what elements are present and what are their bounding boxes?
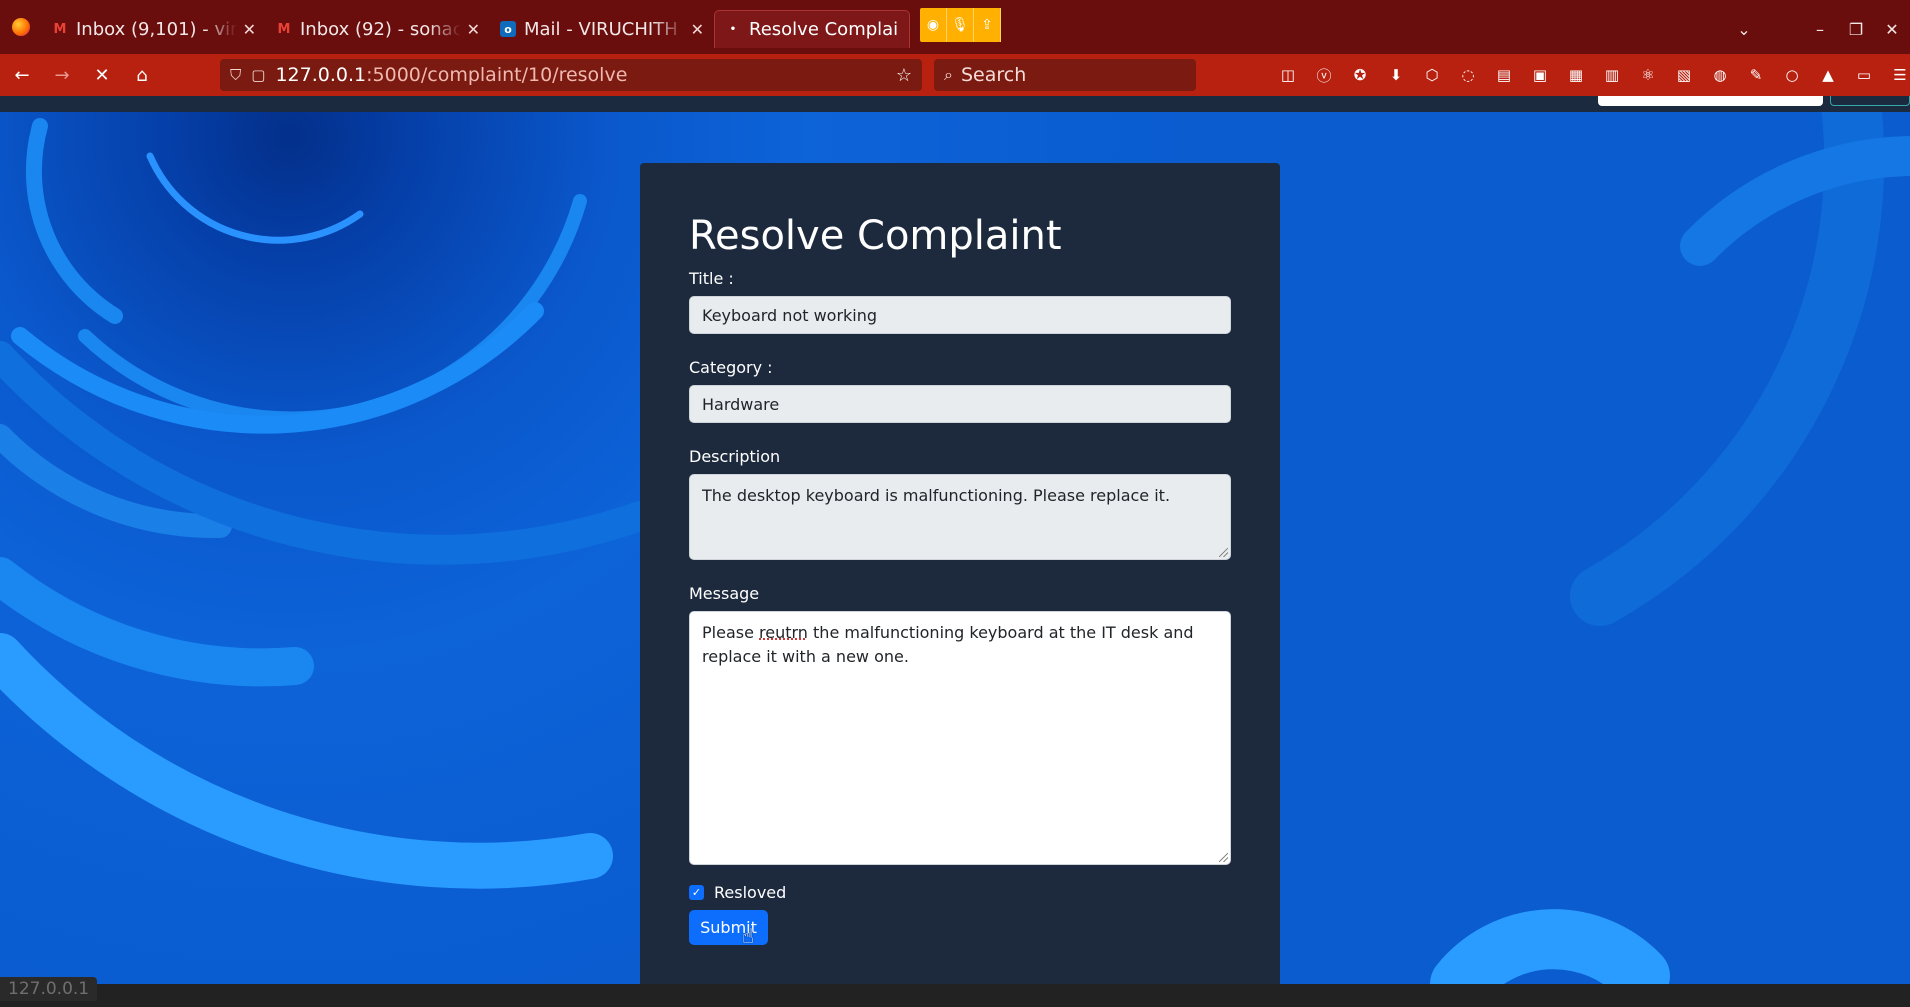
url-bar[interactable]: ⛉ ▢ 127.0.0.1:5000/complaint/10/resolve …	[220, 59, 922, 91]
page-viewport: Resolve Complaint Title : Keyboard not w…	[0, 96, 1910, 984]
category-label: Category :	[689, 358, 1231, 377]
arrow-right-icon: →	[54, 65, 69, 86]
tab-label: Mail - VIRUCHITH G	[524, 19, 685, 40]
search-input[interactable]: ⌕ Search	[934, 59, 1196, 91]
firefox-menu[interactable]	[0, 0, 42, 54]
extension-window-icon[interactable]: ▧	[1666, 66, 1702, 84]
extension-ol-icon[interactable]: ◌	[1450, 66, 1486, 84]
title-value: Keyboard not working	[702, 306, 877, 325]
extension-cookie-icon[interactable]: ✪	[1342, 66, 1378, 84]
submit-button[interactable]: Submit ☝	[689, 910, 768, 945]
resolve-complaint-card: Resolve Complaint Title : Keyboard not w…	[640, 163, 1280, 984]
extension-card-icon[interactable]: ▭	[1846, 66, 1882, 84]
message-text: Please reutrn the malfunctioning keyboar…	[702, 623, 1194, 666]
shield-icon[interactable]: ⛉	[230, 66, 241, 84]
extension-popup: ◉ 🎙 ⇪	[920, 8, 1001, 42]
title-field[interactable]: Keyboard not working	[689, 296, 1231, 334]
home-icon: ⌂	[136, 65, 147, 86]
gmail-icon: M	[52, 21, 68, 37]
close-tab-icon[interactable]: ✕	[691, 20, 704, 39]
page-info-icon[interactable]: ▢	[251, 66, 265, 84]
resolved-checkbox[interactable]: ✓	[689, 885, 704, 900]
search-placeholder: Search	[961, 64, 1026, 86]
tab-resolve-complaint[interactable]: • Resolve Complaint	[714, 10, 910, 48]
description-label: Description	[689, 447, 1231, 466]
checkmark-icon: ✓	[692, 886, 701, 899]
window-controls: ⌄ – ❐ ✕	[1726, 10, 1910, 48]
extension-flame-icon[interactable]: ▲	[1810, 66, 1846, 84]
status-url: 127.0.0.1	[0, 977, 97, 1001]
extension-react-icon[interactable]: ⚛	[1630, 66, 1666, 84]
tab-label: Resolve Complaint	[749, 19, 899, 40]
close-tab-icon[interactable]: ✕	[243, 20, 256, 39]
stop-button[interactable]: ✕	[84, 57, 120, 93]
tab-label: Inbox (92) - sonacse	[300, 19, 461, 40]
search-icon: ⌕	[944, 65, 953, 85]
resolved-label[interactable]: Resloved	[714, 883, 786, 902]
title-label: Title :	[689, 269, 1231, 288]
extension-circle-icon[interactable]: ○	[1774, 66, 1810, 84]
tab-gmail-1[interactable]: M Inbox (9,101) - viruc ✕	[42, 10, 266, 48]
loading-icon: •	[725, 22, 741, 38]
extension-counter-icon[interactable]: ▣	[1522, 66, 1558, 84]
extension-cube-icon[interactable]: ⬡	[1414, 66, 1450, 84]
tab-outlook-mail[interactable]: o Mail - VIRUCHITH G ✕	[490, 10, 714, 48]
resize-handle[interactable]	[1219, 548, 1228, 557]
close-tab-icon[interactable]: ✕	[467, 20, 480, 39]
minimize-icon[interactable]: –	[1802, 20, 1838, 39]
description-value: The desktop keyboard is malfunctioning. …	[702, 486, 1170, 505]
list-all-tabs-icon[interactable]: ⌄	[1726, 20, 1762, 39]
extension-toolbar: ◫ ⓥ ✪ ⬇ ⬡ ◌ ▤ ▣ ▦ ▥ ⚛ ▧ ◍ ✎ ○ ▲ ▭ ☰	[1270, 54, 1910, 96]
extension-grid-icon[interactable]: ▦	[1558, 66, 1594, 84]
pocket-icon[interactable]: ◫	[1270, 66, 1306, 84]
outlook-icon: o	[500, 21, 516, 37]
restore-icon[interactable]: ❐	[1838, 20, 1874, 39]
tab-gmail-2[interactable]: M Inbox (92) - sonacse ✕	[266, 10, 490, 48]
firefox-icon[interactable]: ◉	[920, 8, 947, 42]
message-label: Message	[689, 584, 1231, 603]
microphone-icon[interactable]: 🎙	[947, 8, 974, 42]
status-bar	[0, 984, 1910, 1007]
hand-pointer-icon: ☝	[739, 924, 757, 946]
close-window-icon[interactable]: ✕	[1874, 20, 1910, 39]
gmail-icon: M	[276, 21, 292, 37]
message-text-start: Please	[702, 623, 759, 642]
url-path: :5000/complaint/10/resolve	[366, 64, 627, 86]
bookmark-star-icon[interactable]: ☆	[896, 65, 912, 86]
extension-save-icon[interactable]: ▤	[1486, 66, 1522, 84]
firefox-icon	[12, 18, 30, 36]
extension-v-icon[interactable]: ⓥ	[1306, 65, 1342, 86]
extension-arrow-icon[interactable]: ⬇	[1378, 66, 1414, 84]
resize-handle[interactable]	[1219, 853, 1228, 862]
message-textarea[interactable]: Please reutrn the malfunctioning keyboar…	[689, 611, 1231, 865]
resolved-checkbox-row: ✓ Resloved	[689, 883, 1231, 902]
arrow-left-icon: ←	[14, 65, 29, 86]
nav-bar: ← → ✕ ⌂ ⛉ ▢ 127.0.0.1:5000/complaint/10/…	[0, 54, 1910, 96]
tab-label: Inbox (9,101) - viruc	[76, 19, 237, 40]
url-host: 127.0.0.1	[275, 64, 366, 86]
navbar-search-button[interactable]	[1830, 96, 1910, 106]
share-icon[interactable]: ⇪	[974, 8, 1001, 42]
extension-pdf-icon[interactable]: ▥	[1594, 66, 1630, 84]
extension-pen-icon[interactable]: ✎	[1738, 66, 1774, 84]
tab-strip: M Inbox (9,101) - viruc ✕ M Inbox (92) -…	[0, 0, 1910, 54]
home-button[interactable]: ⌂	[124, 57, 160, 93]
navbar-search-input[interactable]	[1598, 96, 1823, 106]
stop-icon: ✕	[94, 65, 109, 86]
category-field[interactable]: Hardware	[689, 385, 1231, 423]
back-button[interactable]: ←	[4, 57, 40, 93]
description-textarea[interactable]: The desktop keyboard is malfunctioning. …	[689, 474, 1231, 560]
misspelled-word[interactable]: reutrn	[759, 623, 808, 642]
page-title: Resolve Complaint	[689, 213, 1231, 259]
category-value: Hardware	[702, 395, 779, 414]
extension-bulb-icon[interactable]: ◍	[1702, 66, 1738, 84]
forward-button[interactable]: →	[44, 57, 80, 93]
menu-icon[interactable]: ☰	[1882, 66, 1910, 84]
